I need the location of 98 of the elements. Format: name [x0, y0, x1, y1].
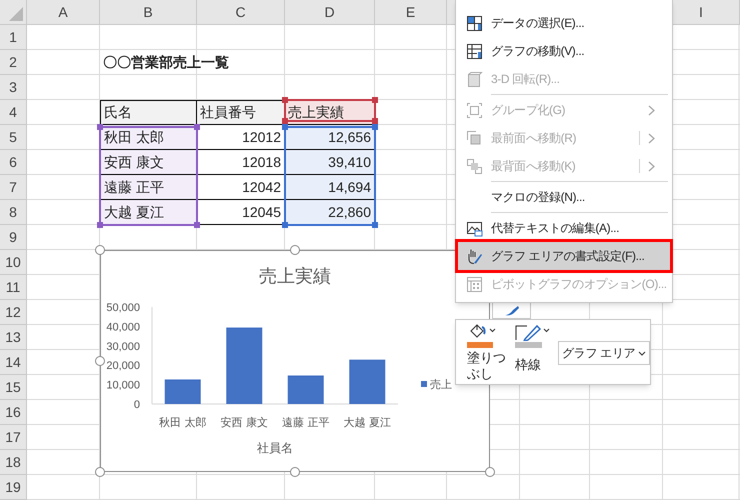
range-handle[interactable]: [194, 124, 200, 130]
row-header[interactable]: 4: [0, 100, 27, 125]
table-cell[interactable]: 安西 康文: [100, 150, 197, 175]
table-cell[interactable]: 12,656: [285, 125, 375, 150]
table-cell[interactable]: 12018: [197, 150, 285, 175]
brush-icon: [504, 306, 520, 316]
axis-label: 安西 康文: [220, 417, 268, 429]
menu-item[interactable]: マクロの登録(N)...: [458, 183, 670, 211]
menu-item: 最背面へ移動(K): [458, 152, 670, 180]
menu-item[interactable]: グラフ エリアの書式設定(F)...: [458, 242, 670, 270]
table-cell[interactable]: 遠藤 正平: [100, 175, 197, 200]
column-header[interactable]: D: [285, 0, 375, 25]
squares-icon: [466, 130, 483, 146]
range-handle[interactable]: [282, 222, 288, 228]
legend-swatch: [421, 381, 427, 387]
axis-label: 30,000: [106, 340, 140, 353]
axis-label: 40,000: [106, 321, 140, 334]
axis-label: 秋田 太郎: [159, 417, 206, 429]
row-header[interactable]: 16: [0, 400, 27, 425]
axis-label: 遠藤 正平: [282, 417, 330, 429]
row-header[interactable]: 10: [0, 250, 27, 275]
square-icon: [466, 102, 483, 118]
row-header[interactable]: 13: [0, 325, 27, 350]
menu-item: グループ化(G): [458, 96, 670, 124]
menu-item: 3-D 回転(R)...: [458, 65, 670, 93]
table-cell[interactable]: 社員番号: [197, 100, 285, 125]
resize-handle[interactable]: [95, 356, 105, 366]
axis-label: 10,000: [106, 380, 140, 392]
row-header[interactable]: 3: [0, 75, 27, 100]
chevron-right-icon: [648, 132, 655, 144]
row-header[interactable]: 8: [0, 200, 27, 225]
bar: [349, 360, 386, 404]
row-header[interactable]: 12: [0, 300, 27, 325]
table-cell[interactable]: 氏名: [100, 100, 197, 125]
squares-icon: [466, 158, 483, 174]
resize-handle[interactable]: [290, 467, 300, 477]
resize-handle[interactable]: [485, 467, 495, 477]
axis-label: 50,000: [106, 302, 140, 314]
column-header[interactable]: A: [27, 0, 100, 25]
chart-title: 売上実績: [259, 266, 331, 286]
menu-item[interactable]: 代替テキストの編集(A)...: [458, 214, 670, 242]
table-cell[interactable]: 22,860: [285, 200, 375, 225]
column-header[interactable]: C: [197, 0, 285, 25]
cube-icon: [466, 70, 483, 88]
row-header[interactable]: 5: [0, 125, 27, 150]
column-header[interactable]: E: [375, 0, 447, 25]
dropdown[interactable]: グラフ エリア: [558, 341, 650, 365]
row-header[interactable]: 2: [0, 50, 27, 75]
grid-icon: [466, 276, 483, 292]
picture-icon: [466, 220, 483, 236]
caret-icon: [543, 328, 550, 333]
table-cell[interactable]: 39,410: [285, 150, 375, 175]
row-header[interactable]: 6: [0, 150, 27, 175]
axis-label: 20,000: [106, 360, 140, 372]
row-header[interactable]: 9: [0, 225, 27, 250]
menu-item[interactable]: グラフの移動(V)...: [458, 37, 670, 65]
range-handle[interactable]: [97, 222, 103, 228]
bar: [288, 376, 324, 404]
column-header[interactable]: B: [100, 0, 197, 25]
table-cell[interactable]: 秋田 太郎: [100, 125, 197, 150]
pencil-icon: [515, 323, 541, 341]
range-handle[interactable]: [97, 124, 103, 130]
sheet-title: 〇〇営業部売上一覧: [102, 53, 230, 72]
range-handle[interactable]: [194, 222, 200, 228]
row-header[interactable]: 18: [0, 450, 27, 475]
outline-button[interactable]: 枠線: [515, 323, 550, 373]
resize-handle[interactable]: [290, 245, 300, 255]
range-handle[interactable]: [282, 97, 288, 103]
row-header[interactable]: 19: [0, 475, 27, 500]
chevron-right-icon: [648, 160, 655, 172]
select-all-icon[interactable]: [9, 7, 23, 21]
grid-icon: [466, 14, 483, 32]
table-cell[interactable]: 売上実績: [285, 100, 375, 125]
resize-handle[interactable]: [95, 245, 105, 255]
caret-icon: [489, 328, 496, 333]
chevron-right-icon: [648, 104, 655, 116]
row-header[interactable]: 11: [0, 275, 27, 300]
legend-label: 売上: [430, 379, 452, 391]
axis-title: 社員名: [257, 441, 293, 455]
row-header[interactable]: 17: [0, 425, 27, 450]
grid-icon: [466, 42, 483, 60]
axis-label: 0: [134, 399, 140, 411]
axis-label: 大越 夏江: [344, 417, 391, 429]
row-header[interactable]: 15: [0, 375, 27, 400]
table-cell[interactable]: 大越 夏江: [100, 200, 197, 225]
row-header[interactable]: 7: [0, 175, 27, 200]
range-handle[interactable]: [372, 97, 378, 103]
brush-icon: [466, 248, 483, 264]
chevron-down-icon: [638, 350, 646, 356]
row-header[interactable]: 1: [0, 25, 27, 50]
table-cell[interactable]: 12042: [197, 175, 285, 200]
resize-handle[interactable]: [95, 467, 105, 477]
bar: [164, 379, 201, 404]
range-handle[interactable]: [372, 222, 378, 228]
table-cell[interactable]: 14,694: [285, 175, 375, 200]
row-header[interactable]: 14: [0, 350, 27, 375]
chart-style-button[interactable]: [492, 303, 531, 319]
menu-item: 最前面へ移動(R): [458, 124, 670, 152]
